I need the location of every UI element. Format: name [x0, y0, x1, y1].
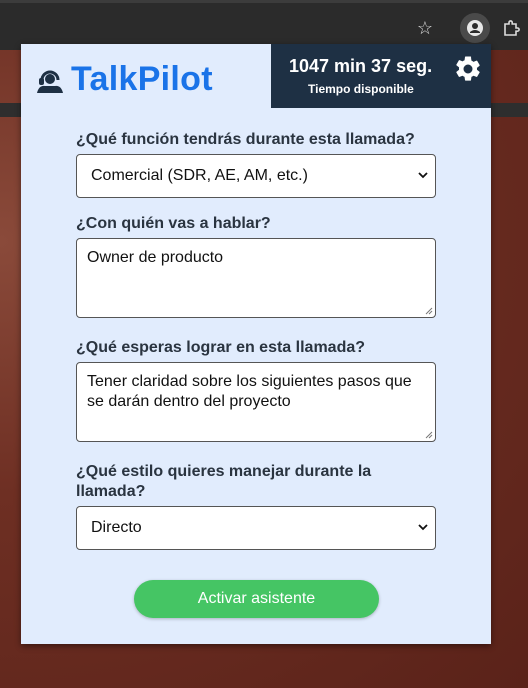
extension-popup: TalkPilot 1047 min 37 seg. Tiempo dispon…	[21, 44, 491, 644]
contact-textarea[interactable]: Owner de producto	[76, 238, 436, 318]
role-select-value: Comercial (SDR, AE, AM, etc.)	[91, 167, 308, 184]
contact-question-label: ¿Con quién vas a hablar?	[76, 215, 271, 232]
star-icon[interactable]: ☆	[410, 13, 440, 43]
contact-textarea-value: Owner de producto	[87, 249, 224, 266]
style-select[interactable]: Directo	[76, 506, 436, 550]
resize-grip-icon[interactable]	[425, 431, 433, 439]
gear-icon[interactable]	[453, 54, 483, 84]
goal-textarea-value: Tener claridad sobre los siguientes paso…	[87, 373, 412, 410]
headset-icon	[37, 70, 63, 93]
puzzle-icon[interactable]	[496, 13, 526, 43]
chevron-down-icon	[418, 524, 428, 531]
goal-question-label: ¿Qué esperas lograr en esta llamada?	[76, 339, 366, 356]
time-remaining-label: Tiempo disponible	[308, 82, 414, 96]
time-remaining-value: 1047 min 37 seg.	[289, 56, 433, 76]
time-available-panel: 1047 min 37 seg. Tiempo disponible	[271, 44, 491, 108]
brand-name: TalkPilot	[71, 60, 213, 98]
style-question-label: ¿Qué estilo quieres manejar durante la l…	[76, 463, 372, 500]
role-select[interactable]: Comercial (SDR, AE, AM, etc.)	[76, 154, 436, 198]
activate-assistant-button[interactable]: Activar asistente	[134, 580, 379, 618]
role-question-label: ¿Qué función tendrás durante esta llamad…	[76, 131, 415, 148]
browser-toolbar: ☆	[0, 0, 528, 50]
brand-logo: TalkPilot	[35, 60, 213, 99]
chevron-down-icon	[418, 172, 428, 179]
resize-grip-icon[interactable]	[425, 307, 433, 315]
extension-icon[interactable]	[460, 13, 490, 43]
goal-textarea[interactable]: Tener claridad sobre los siguientes paso…	[76, 362, 436, 442]
style-select-value: Directo	[91, 519, 142, 536]
